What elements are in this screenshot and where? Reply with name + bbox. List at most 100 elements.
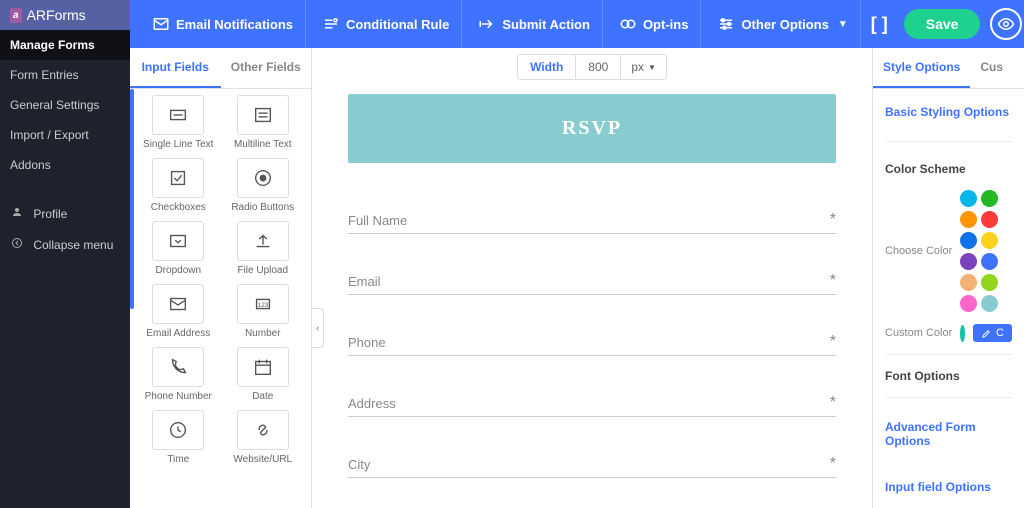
- number-icon: 123: [252, 293, 274, 315]
- sidebar-item-form-entries[interactable]: Form Entries: [0, 60, 130, 90]
- color-swatch[interactable]: [960, 295, 977, 312]
- required-star: *: [830, 333, 836, 351]
- required-star: *: [830, 394, 836, 412]
- form-field-email[interactable]: Email*: [348, 272, 836, 295]
- field-number[interactable]: 123Number: [225, 284, 302, 339]
- form-field-fullname[interactable]: Full Name*: [348, 211, 836, 234]
- color-scheme-title: Color Scheme: [873, 148, 1024, 184]
- field-url[interactable]: Website/URL: [225, 410, 302, 465]
- custom-color-swatch[interactable]: [960, 325, 965, 342]
- field-time[interactable]: Time: [140, 410, 217, 465]
- tool-conditional-rule[interactable]: Conditional Rule: [310, 0, 462, 48]
- form-preview: RSVP Full Name* Email* Phone* Address* C…: [348, 94, 836, 478]
- toolbar: Email Notifications Conditional Rule Sub…: [130, 0, 1024, 48]
- tab-customize[interactable]: Cus: [970, 48, 1013, 88]
- field-dropdown[interactable]: Dropdown: [140, 221, 217, 276]
- color-swatch[interactable]: [981, 232, 998, 249]
- custom-color-label: Custom Color: [885, 327, 952, 339]
- sidebar-item-collapse[interactable]: Collapse menu: [0, 229, 130, 260]
- preview-button[interactable]: [990, 8, 1022, 40]
- calendar-icon: [252, 356, 274, 378]
- sidebar-item-manage-forms[interactable]: Manage Forms: [0, 30, 130, 60]
- chevron-down-icon: ▼: [648, 63, 656, 72]
- tool-opt-ins[interactable]: Opt-ins: [607, 0, 702, 48]
- width-unit-selector[interactable]: px▼: [621, 55, 666, 79]
- sidebar-item-general-settings[interactable]: General Settings: [0, 90, 130, 120]
- phone-icon: [167, 356, 189, 378]
- basic-styling-link[interactable]: Basic Styling Options: [873, 89, 1024, 135]
- link-icon: [252, 419, 274, 441]
- checkbox-icon: [167, 167, 189, 189]
- radio-icon: [252, 167, 274, 189]
- tool-submit-action[interactable]: Submit Action: [466, 0, 603, 48]
- palette-tab-input-fields[interactable]: Input Fields: [130, 48, 221, 88]
- color-swatch[interactable]: [981, 295, 998, 312]
- code-bracket-icon[interactable]: [ ]: [865, 14, 894, 35]
- optins-icon: [619, 15, 637, 33]
- width-value[interactable]: 800: [576, 55, 621, 79]
- dropdown-icon: [167, 230, 189, 252]
- color-swatch[interactable]: [960, 211, 977, 228]
- envelope-icon: [152, 15, 170, 33]
- color-swatch[interactable]: [960, 274, 977, 291]
- upload-icon: [252, 230, 274, 252]
- field-file[interactable]: File Upload: [225, 221, 302, 276]
- color-swatch[interactable]: [960, 253, 977, 270]
- field-phone[interactable]: Phone Number: [140, 347, 217, 402]
- brand[interactable]: a ARForms: [0, 0, 130, 30]
- color-swatches: [960, 190, 1012, 312]
- form-field-address[interactable]: Address*: [348, 394, 836, 417]
- width-label: Width: [518, 55, 576, 79]
- tool-other-options[interactable]: Other Options ▼: [705, 0, 860, 48]
- tab-style-options[interactable]: Style Options: [873, 48, 970, 88]
- form-field-city[interactable]: City*: [348, 455, 836, 478]
- choose-color-label: Choose Color: [885, 245, 952, 257]
- color-swatch[interactable]: [960, 190, 977, 207]
- color-swatch[interactable]: [981, 253, 998, 270]
- color-swatch[interactable]: [981, 211, 998, 228]
- brand-name: ARForms: [27, 7, 86, 23]
- width-control[interactable]: Width 800 px▼: [517, 54, 667, 80]
- field-palette: Input Fields Other Fields Single Line Te…: [130, 48, 312, 508]
- advanced-form-options-link[interactable]: Advanced Form Options: [873, 404, 1024, 464]
- submit-icon: [478, 15, 496, 33]
- tool-email-notifications[interactable]: Email Notifications: [140, 0, 306, 48]
- field-email[interactable]: Email Address: [140, 284, 217, 339]
- field-single-line[interactable]: Single Line Text: [140, 95, 217, 150]
- wp-sidebar: a ARForms Manage Forms Form Entries Gene…: [0, 0, 130, 508]
- palette-collapse-button[interactable]: ‹: [312, 308, 324, 348]
- field-date[interactable]: Date: [225, 347, 302, 402]
- right-panel: Style Options Cus Basic Styling Options …: [872, 48, 1024, 508]
- profile-icon: [10, 206, 24, 221]
- palette-scrollbar[interactable]: [130, 89, 134, 309]
- multiline-icon: [252, 104, 274, 126]
- field-checkboxes[interactable]: Checkboxes: [140, 158, 217, 213]
- input-field-options-link[interactable]: Input field Options: [873, 464, 1024, 508]
- color-swatch[interactable]: [981, 190, 998, 207]
- clock-icon: [167, 419, 189, 441]
- color-swatch[interactable]: [981, 274, 998, 291]
- brand-icon: a: [10, 8, 22, 23]
- color-swatch[interactable]: [960, 232, 977, 249]
- collapse-icon: [10, 237, 24, 252]
- eye-icon: [997, 15, 1015, 33]
- sidebar-item-profile[interactable]: Profile: [0, 198, 130, 229]
- canvas: ‹ Width 800 px▼ RSVP Full Name* Email* P…: [312, 48, 872, 508]
- required-star: *: [830, 211, 836, 229]
- save-button[interactable]: Save: [904, 9, 981, 39]
- sidebar-item-addons[interactable]: Addons: [0, 150, 130, 180]
- chevron-down-icon: ▼: [838, 19, 848, 30]
- pencil-icon: [981, 328, 992, 339]
- font-options-title: Font Options: [873, 361, 1024, 391]
- custom-color-button[interactable]: C: [973, 324, 1012, 342]
- svg-text:123: 123: [257, 302, 268, 309]
- form-title[interactable]: RSVP: [348, 94, 836, 163]
- single-line-icon: [167, 104, 189, 126]
- field-multiline[interactable]: Multiline Text: [225, 95, 302, 150]
- options-icon: [717, 15, 735, 33]
- sidebar-item-import-export[interactable]: Import / Export: [0, 120, 130, 150]
- required-star: *: [830, 455, 836, 473]
- palette-tab-other-fields[interactable]: Other Fields: [221, 48, 312, 88]
- form-field-phone[interactable]: Phone*: [348, 333, 836, 356]
- field-radio[interactable]: Radio Buttons: [225, 158, 302, 213]
